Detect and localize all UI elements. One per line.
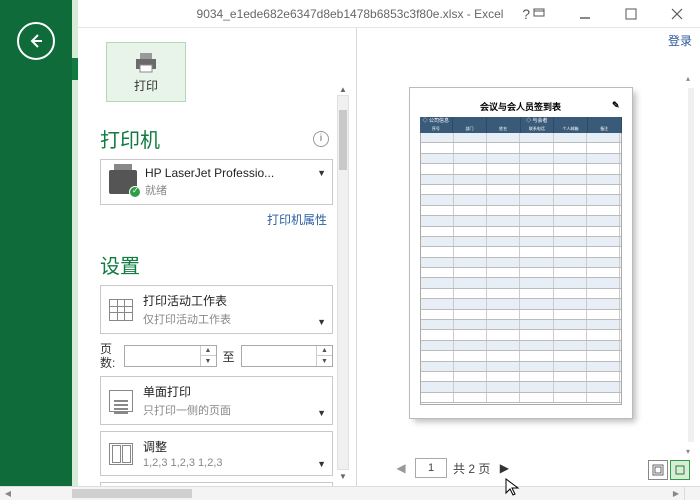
close-button[interactable]	[654, 0, 700, 28]
chevron-down-icon: ▼	[317, 459, 326, 469]
page-number-input[interactable]: 1	[415, 458, 447, 478]
collate-icon	[109, 443, 133, 465]
info-icon[interactable]: i	[313, 131, 329, 147]
ribbon-options-button[interactable]	[516, 0, 562, 28]
zoom-to-page-button[interactable]	[670, 460, 690, 480]
chevron-down-icon: ▼	[317, 168, 326, 178]
pages-label: 页数:	[100, 342, 118, 370]
document-title: 9034_e1ede682e6347d8eb1478b6853c3f80e.xl…	[197, 7, 504, 21]
worksheet-icon	[109, 299, 133, 321]
chevron-down-icon: ▼	[317, 317, 326, 327]
sides-selector[interactable]: 单面打印只打印一侧的页面 ▼	[100, 376, 333, 425]
back-button[interactable]	[17, 22, 55, 60]
printer-heading: 打印机 i	[100, 124, 333, 153]
printer-selector[interactable]: HP LaserJet Professio... 就绪 ▼	[100, 159, 333, 205]
pages-from-input[interactable]: ▲▼	[124, 345, 217, 367]
minimize-button[interactable]	[562, 0, 608, 28]
print-button[interactable]: 打印	[106, 42, 186, 102]
print-preview-panel: 会议与会人员签到表✎ ◇ 公司信息◇ 与会者 序号部门姓名联系电话个人邮箱备注 …	[353, 28, 700, 486]
edit-icon: ✎	[612, 100, 620, 111]
window-controls	[516, 0, 700, 28]
maximize-button[interactable]	[608, 0, 654, 28]
settings-heading: 设置	[100, 250, 333, 279]
settings-scrollbar[interactable]: ▲▼	[337, 83, 349, 482]
collation-selector[interactable]: 调整1,2,3 1,2,3 1,2,3 ▼	[100, 431, 333, 476]
printer-icon	[132, 51, 160, 73]
horizontal-scrollbar[interactable]: ◀▶	[0, 486, 684, 500]
page-nav: ◀ 1 共 2 页 ▶	[393, 458, 512, 478]
prev-page-button[interactable]: ◀	[393, 461, 409, 475]
print-what-selector[interactable]: 打印活动工作表仅打印活动工作表 ▼	[100, 285, 333, 334]
preview-page: 会议与会人员签到表✎ ◇ 公司信息◇ 与会者 序号部门姓名联系电话个人邮箱备注	[410, 88, 632, 418]
backstage-gutter	[0, 0, 72, 500]
chevron-down-icon: ▼	[317, 408, 326, 418]
pages-to-input[interactable]: ▲▼	[241, 345, 334, 367]
print-settings-panel: 打印 打印机 i HP LaserJet Professio... 就绪 ▼ 打…	[78, 28, 353, 486]
show-margins-button[interactable]	[648, 460, 668, 480]
next-page-button[interactable]: ▶	[496, 461, 512, 475]
page-icon	[109, 390, 133, 412]
title-bar: 9034_e1ede682e6347d8eb1478b6853c3f80e.xl…	[0, 0, 700, 28]
preview-scrollbar[interactable]	[688, 88, 694, 442]
printer-status-icon	[109, 170, 137, 194]
printer-properties-link[interactable]: 打印机属性	[100, 211, 327, 228]
